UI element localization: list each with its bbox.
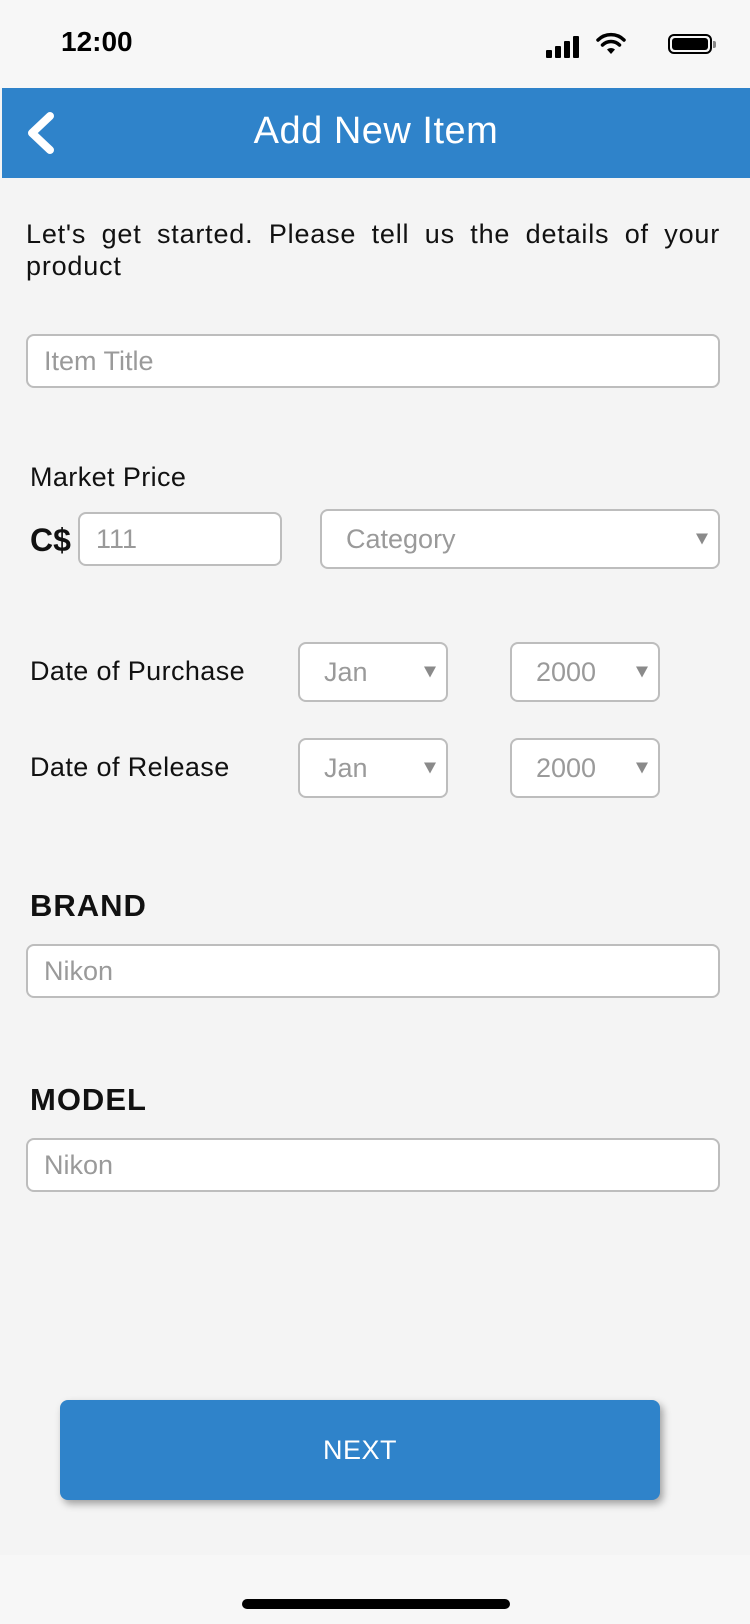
purchase-year-select[interactable]: 2000 (510, 642, 660, 702)
purchase-year-value: 2000 (536, 656, 597, 687)
status-time: 12:00 (61, 26, 133, 57)
status-bar: 12:00 (0, 0, 750, 88)
chevron-down-icon (424, 762, 436, 774)
chevron-down-icon (424, 666, 436, 678)
chevron-down-icon (636, 762, 648, 774)
release-month-value: Jan (324, 752, 368, 783)
home-area (0, 1555, 750, 1624)
next-button[interactable]: NEXT (60, 1400, 660, 1500)
category-select[interactable]: Category (320, 509, 720, 569)
date-of-release-label: Date of Release (30, 752, 230, 782)
intro-text: Let's get started. Please tell us the de… (26, 219, 720, 281)
date-of-purchase-label: Date of Purchase (30, 656, 246, 686)
purchase-month-value: Jan (324, 656, 368, 687)
home-indicator[interactable] (242, 1599, 510, 1609)
market-price-input[interactable]: 111 (78, 512, 282, 566)
category-select-value: Category (346, 523, 456, 554)
brand-heading: BRAND (30, 888, 147, 923)
purchase-month-select[interactable]: Jan (298, 642, 448, 702)
item-title-input[interactable]: Item Title (26, 334, 720, 388)
chevron-down-icon (696, 533, 708, 545)
page-title: Add New Item (253, 110, 499, 152)
model-input[interactable]: Nikon (26, 1138, 720, 1192)
signal-icon (546, 36, 580, 58)
release-month-select[interactable]: Jan (298, 738, 448, 798)
nav-bar: Add New Item (2, 88, 750, 178)
battery-icon (668, 34, 716, 54)
wifi-icon (596, 32, 626, 54)
model-heading: MODEL (30, 1082, 147, 1117)
chevron-down-icon (636, 666, 648, 678)
currency-label: C$ (30, 522, 71, 558)
release-year-value: 2000 (536, 752, 597, 783)
release-year-select[interactable]: 2000 (510, 738, 660, 798)
market-price-label: Market Price (30, 462, 187, 492)
brand-input[interactable]: Nikon (26, 944, 720, 998)
